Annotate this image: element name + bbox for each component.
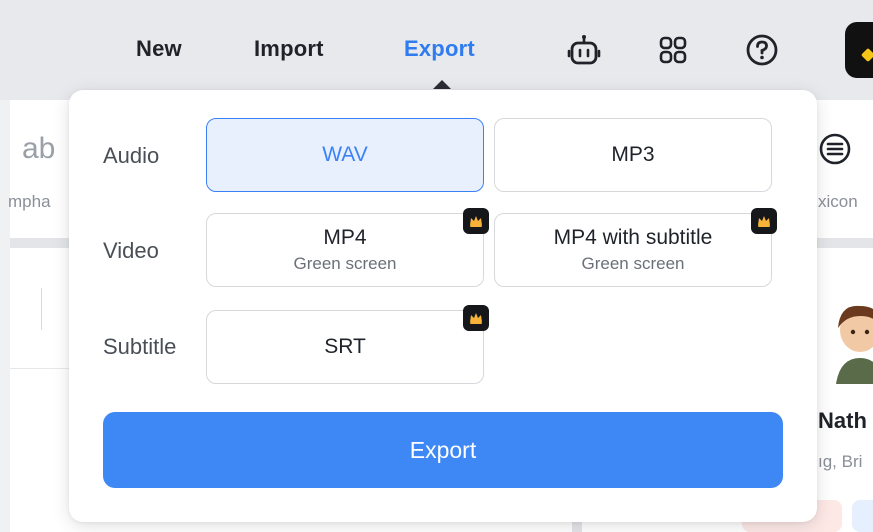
export-popover: Audio WAV MP3 Video MP4 Green screen MP4… [69,90,817,522]
vertical-divider [41,288,42,330]
mp4-with-subtitle-option[interactable]: MP4 with subtitle Green screen [494,208,777,287]
option-sublabel: Green screen [581,254,685,273]
option-label: MP4 [323,226,367,249]
secondary-badge [852,500,873,532]
voice-avatar[interactable] [830,300,873,384]
top-navigation-bar: New Import Export [0,0,873,100]
app-window: ab mpha xicon Nath ıg, Bri 1.3K New Impo… [0,0,873,532]
audio-row-label: Audio [103,143,160,168]
option-sublabel: Green screen [293,254,397,273]
nav-import[interactable]: Import [254,36,324,62]
nav-export[interactable]: Export [404,36,475,62]
option-label: WAV [322,143,368,166]
voice-tags: ıg, Bri [818,452,863,471]
premium-button[interactable] [845,22,873,78]
nav-new[interactable]: New [136,36,182,62]
partial-label-left: mpha [8,192,51,211]
voice-name: Nath [818,408,867,433]
robot-icon [567,35,601,65]
crown-icon [463,305,489,331]
option-label: SRT [324,335,366,358]
export-button[interactable]: Export [103,412,783,488]
partial-label-right: xicon [818,192,858,211]
option-label: MP3 [611,143,655,166]
option-label: MP4 with subtitle [553,226,713,249]
wav-option[interactable]: WAV [206,118,484,192]
lexicon-icon [819,133,851,165]
text-style-icon: ab [22,132,56,165]
export-caret-indicator [433,80,451,89]
mp3-option[interactable]: MP3 [494,118,772,192]
help-button[interactable] [744,32,780,68]
video-row-label: Video [103,238,159,263]
subtitle-row-label: Subtitle [103,334,177,359]
apps-grid-icon [659,36,687,64]
help-icon [746,34,778,66]
sparkle-icon [860,47,873,63]
robot-button[interactable] [566,32,602,68]
srt-option[interactable]: SRT [206,305,489,384]
mp4-option[interactable]: MP4 Green screen [206,208,489,287]
crown-icon [463,208,489,234]
apps-button[interactable] [655,32,691,68]
crown-icon [751,208,777,234]
